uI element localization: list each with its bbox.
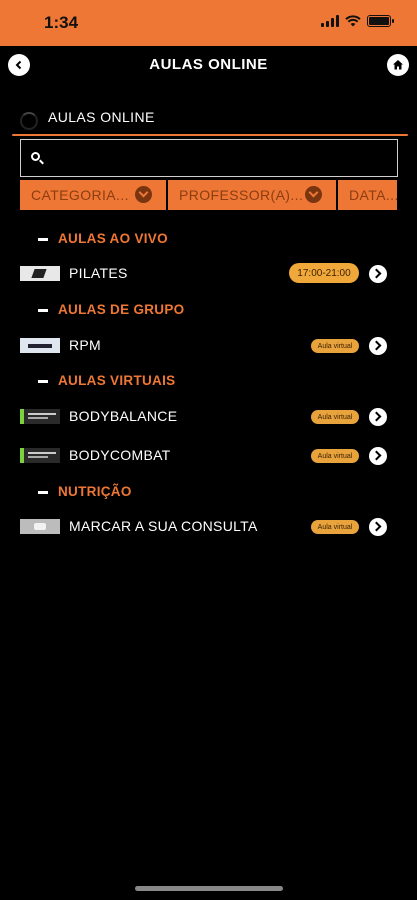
class-label: BODYCOMBAT (69, 447, 171, 463)
chevron-right-icon[interactable] (369, 337, 387, 355)
wifi-icon (345, 15, 361, 27)
group-title: NUTRIÇÃO (38, 484, 132, 499)
home-indicator (135, 886, 283, 891)
page-title: AULAS ONLINE (149, 56, 268, 73)
group-title: AULAS DE GRUPO (38, 302, 184, 317)
class-label: MARCAR A SUA CONSULTA (69, 518, 258, 534)
group-title-label: AULAS VIRTUAIS (58, 373, 176, 388)
filter-category-label: CATEGORIA... (31, 187, 129, 203)
class-thumbnail (20, 409, 60, 424)
virtual-badge: Aula virtual (311, 520, 359, 534)
group-title: AULAS VIRTUAIS (38, 373, 175, 388)
section-loading-icon (20, 112, 38, 130)
filter-teacher[interactable]: PROFESSOR(A)... (168, 180, 336, 210)
search-icon (31, 152, 40, 161)
search-box (20, 139, 398, 177)
group-title-label: AULAS DE GRUPO (58, 302, 185, 317)
list-item[interactable]: BODYCOMBAT Aula virtual (0, 441, 417, 471)
list-item[interactable]: MARCAR A SUA CONSULTA Aula virtual (0, 512, 417, 542)
virtual-badge: Aula virtual (311, 339, 359, 353)
filter-bar: CATEGORIA... PROFESSOR(A)... DATA... (20, 180, 397, 210)
group-title-label: NUTRIÇÃO (58, 484, 132, 499)
class-thumbnail (20, 266, 60, 281)
class-thumbnail (20, 338, 60, 353)
class-label: RPM (69, 337, 102, 353)
chevron-right-icon[interactable] (369, 447, 387, 465)
filter-teacher-label: PROFESSOR(A)... (179, 187, 304, 203)
list-item[interactable]: PILATES 17:00-21:00 (0, 259, 417, 289)
dash-icon (38, 490, 48, 494)
status-bar: 1:34 (0, 0, 417, 46)
virtual-badge: Aula virtual (311, 449, 359, 463)
chevron-down-icon (135, 186, 152, 203)
filter-date[interactable]: DATA... (338, 180, 397, 210)
chevron-right-icon[interactable] (369, 408, 387, 426)
dash-icon (38, 379, 48, 383)
class-thumbnail (20, 448, 60, 463)
signal-icon (321, 15, 339, 27)
class-thumbnail (20, 519, 60, 534)
home-button[interactable] (387, 54, 409, 76)
section-divider (12, 134, 408, 136)
group-title: AULAS AO VIVO (38, 231, 168, 246)
dash-icon (38, 237, 48, 241)
virtual-badge: Aula virtual (311, 410, 359, 424)
chevron-right-icon[interactable] (369, 518, 387, 536)
class-label: PILATES (69, 265, 128, 281)
section-header: AULAS ONLINE (0, 104, 417, 136)
nav-bar: AULAS ONLINE (0, 46, 417, 88)
list-item[interactable]: RPM Aula virtual (0, 331, 417, 361)
chevron-right-icon[interactable] (369, 265, 387, 283)
time-badge: 17:00-21:00 (289, 263, 359, 283)
home-icon (393, 60, 403, 70)
section-label: AULAS ONLINE (48, 109, 155, 125)
battery-icon (367, 15, 394, 27)
group-title-label: AULAS AO VIVO (58, 231, 168, 246)
search-input[interactable] (51, 140, 391, 176)
status-time: 1:34 (44, 13, 79, 32)
chevron-down-icon (305, 186, 322, 203)
class-label: BODYBALANCE (69, 408, 178, 424)
dash-icon (38, 308, 48, 312)
list-item[interactable]: BODYBALANCE Aula virtual (0, 402, 417, 432)
filter-date-label: DATA... (349, 187, 397, 203)
filter-category[interactable]: CATEGORIA... (20, 180, 166, 210)
status-icons (321, 15, 394, 27)
